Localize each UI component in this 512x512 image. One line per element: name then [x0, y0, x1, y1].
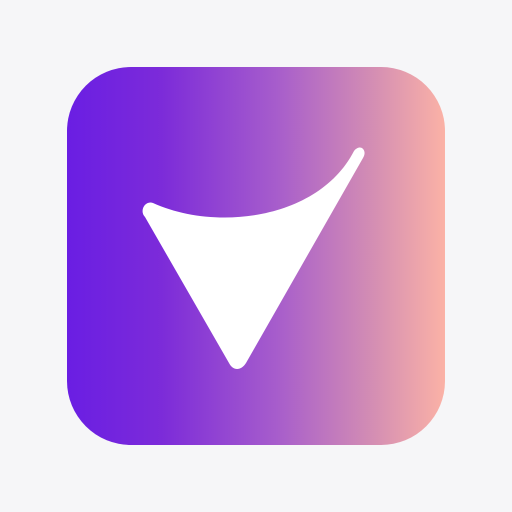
checkmark-arrow-shape — [142, 147, 365, 369]
app-icon-canvas — [0, 0, 512, 512]
checkmark-arrow-icon — [142, 147, 365, 369]
app-icon-tile[interactable] — [67, 67, 445, 445]
